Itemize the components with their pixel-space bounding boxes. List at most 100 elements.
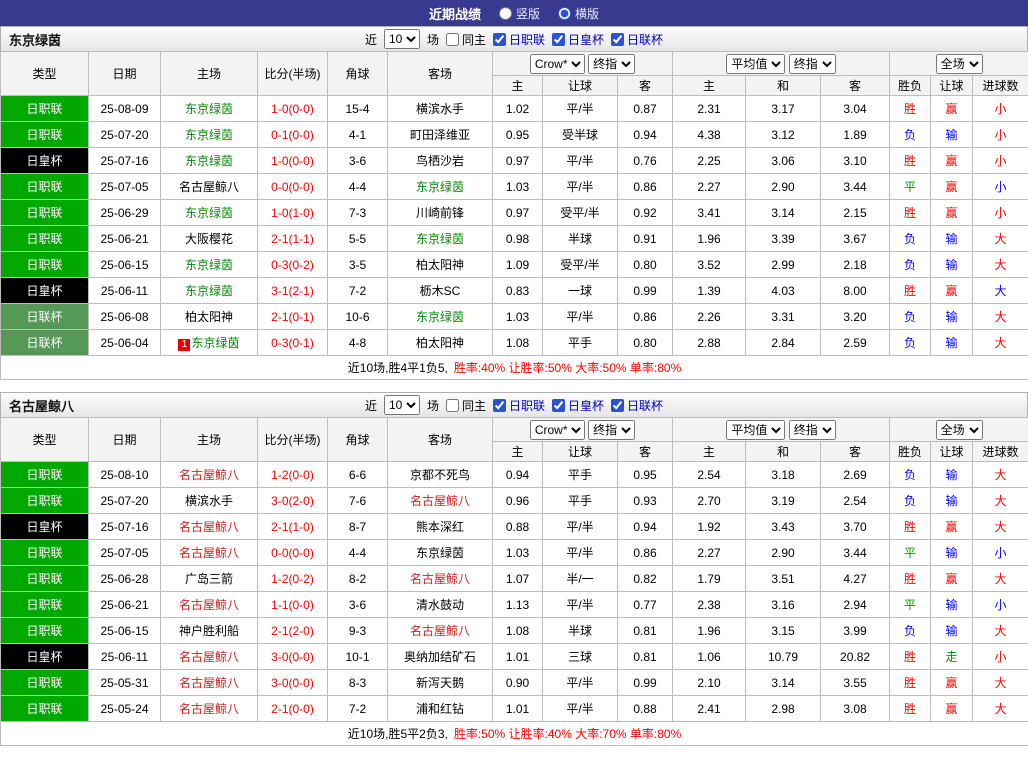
final-index-select[interactable]: 终指	[588, 54, 635, 74]
emperor-cup-checkbox[interactable]	[552, 399, 565, 412]
horizontal-radio[interactable]	[558, 7, 571, 20]
filter-league-cup[interactable]: 日联杯	[611, 397, 663, 414]
avg-home-odds: 1.79	[673, 566, 746, 592]
emperor-cup-checkbox[interactable]	[552, 33, 565, 46]
score[interactable]: 0-0(0-0)	[258, 540, 328, 566]
full-match-select[interactable]: 全场	[936, 54, 983, 74]
away-team[interactable]: 名古屋鲸八	[388, 488, 493, 514]
away-team[interactable]: 京都不死鸟	[388, 462, 493, 488]
score[interactable]: 1-2(0-2)	[258, 566, 328, 592]
home-team[interactable]: 东京绿茵	[161, 200, 258, 226]
away-team[interactable]: 柏太阳神	[388, 330, 493, 356]
score[interactable]: 0-0(0-0)	[258, 174, 328, 200]
rounds-select[interactable]: 10	[384, 29, 420, 49]
odds-source-select[interactable]: Crow*	[530, 420, 585, 440]
away-team[interactable]: 名古屋鲸八	[388, 566, 493, 592]
away-team[interactable]: 柏太阳神	[388, 252, 493, 278]
layout-vertical-option[interactable]: 竖版	[499, 5, 540, 22]
home-team[interactable]: 东京绿茵	[161, 148, 258, 174]
vertical-radio[interactable]	[499, 7, 512, 20]
away-team[interactable]: 熊本深红	[388, 514, 493, 540]
average-select[interactable]: 平均值	[726, 420, 785, 440]
home-team[interactable]: 名古屋鲸八	[161, 644, 258, 670]
score[interactable]: 2-1(1-0)	[258, 514, 328, 540]
jleague-checkbox[interactable]	[493, 399, 506, 412]
away-team[interactable]: 奥纳加结矿石	[388, 644, 493, 670]
average-select[interactable]: 平均值	[726, 54, 785, 74]
home-team[interactable]: 东京绿茵	[161, 122, 258, 148]
final-index-select[interactable]: 终指	[588, 420, 635, 440]
away-team[interactable]: 町田泽维亚	[388, 122, 493, 148]
same-home-checkbox[interactable]	[446, 399, 459, 412]
home-team[interactable]: 东京绿茵	[161, 252, 258, 278]
layout-horizontal-option[interactable]: 横版	[558, 5, 599, 22]
away-team[interactable]: 清水鼓动	[388, 592, 493, 618]
full-match-select[interactable]: 全场	[936, 420, 983, 440]
home-team[interactable]: 名古屋鲸八	[161, 592, 258, 618]
score[interactable]: 2-1(2-0)	[258, 618, 328, 644]
home-team[interactable]: 大阪樱花	[161, 226, 258, 252]
filter-jleague[interactable]: 日职联	[493, 397, 545, 414]
home-team[interactable]: 东京绿茵	[161, 96, 258, 122]
away-team[interactable]: 横滨水手	[388, 96, 493, 122]
same-home-filter[interactable]: 同主	[446, 397, 486, 414]
match-date: 25-06-28	[89, 566, 161, 592]
home-team[interactable]: 柏太阳神	[161, 304, 258, 330]
home-team[interactable]: 神户胜利船	[161, 618, 258, 644]
filter-jleague[interactable]: 日职联	[493, 31, 545, 48]
home-team[interactable]: 名古屋鲸八	[161, 696, 258, 722]
away-team[interactable]: 浦和红钻	[388, 696, 493, 722]
score[interactable]: 3-0(2-0)	[258, 488, 328, 514]
score[interactable]: 0-1(0-0)	[258, 122, 328, 148]
filter-emperor-cup[interactable]: 日皇杯	[552, 31, 604, 48]
same-home-checkbox[interactable]	[446, 33, 459, 46]
score[interactable]: 0-3(0-1)	[258, 330, 328, 356]
score[interactable]: 3-0(0-0)	[258, 644, 328, 670]
home-team[interactable]: 名古屋鲸八	[161, 462, 258, 488]
score[interactable]: 2-1(0-1)	[258, 304, 328, 330]
score[interactable]: 3-1(2-1)	[258, 278, 328, 304]
score[interactable]: 1-0(1-0)	[258, 200, 328, 226]
same-home-filter[interactable]: 同主	[446, 31, 486, 48]
score[interactable]: 1-0(0-0)	[258, 96, 328, 122]
league-cup-checkbox[interactable]	[611, 399, 624, 412]
home-team[interactable]: 1东京绿茵	[161, 330, 258, 356]
match-date: 25-06-29	[89, 200, 161, 226]
odds-source-select[interactable]: Crow*	[530, 54, 585, 74]
score[interactable]: 3-0(0-0)	[258, 670, 328, 696]
score[interactable]: 1-1(0-0)	[258, 592, 328, 618]
final-index-select-2[interactable]: 终指	[789, 54, 836, 74]
jleague-checkbox[interactable]	[493, 33, 506, 46]
home-team[interactable]: 名古屋鲸八	[161, 670, 258, 696]
away-team[interactable]: 新泻天鹅	[388, 670, 493, 696]
filter-league-cup[interactable]: 日联杯	[611, 31, 663, 48]
away-team[interactable]: 东京绿茵	[388, 174, 493, 200]
home-team[interactable]: 名古屋鲸八	[161, 174, 258, 200]
home-team[interactable]: 广岛三箭	[161, 566, 258, 592]
home-team[interactable]: 名古屋鲸八	[161, 514, 258, 540]
away-team[interactable]: 鸟栖沙岩	[388, 148, 493, 174]
league-cup-checkbox[interactable]	[611, 33, 624, 46]
result-wdl: 胜	[890, 566, 931, 592]
score[interactable]: 0-3(0-2)	[258, 252, 328, 278]
final-index-select-2[interactable]: 终指	[789, 420, 836, 440]
match-date: 25-07-16	[89, 514, 161, 540]
away-team[interactable]: 东京绿茵	[388, 226, 493, 252]
results-table: 类型 日期 主场 比分(半场) 角球 客场 Crow* 终指 平均值 终指 全场	[0, 51, 1028, 380]
score[interactable]: 1-2(0-0)	[258, 462, 328, 488]
match-date: 25-07-05	[89, 540, 161, 566]
away-team[interactable]: 东京绿茵	[388, 304, 493, 330]
filter-emperor-cup[interactable]: 日皇杯	[552, 397, 604, 414]
away-team[interactable]: 名古屋鲸八	[388, 618, 493, 644]
away-team[interactable]: 东京绿茵	[388, 540, 493, 566]
rounds-select[interactable]: 10	[384, 395, 420, 415]
score[interactable]: 2-1(0-0)	[258, 696, 328, 722]
home-team[interactable]: 东京绿茵	[161, 278, 258, 304]
home-team[interactable]: 名古屋鲸八	[161, 540, 258, 566]
away-team[interactable]: 川崎前锋	[388, 200, 493, 226]
score[interactable]: 1-0(0-0)	[258, 148, 328, 174]
score[interactable]: 2-1(1-1)	[258, 226, 328, 252]
home-team[interactable]: 横滨水手	[161, 488, 258, 514]
away-odds: 0.77	[618, 592, 673, 618]
away-team[interactable]: 枥木SC	[388, 278, 493, 304]
